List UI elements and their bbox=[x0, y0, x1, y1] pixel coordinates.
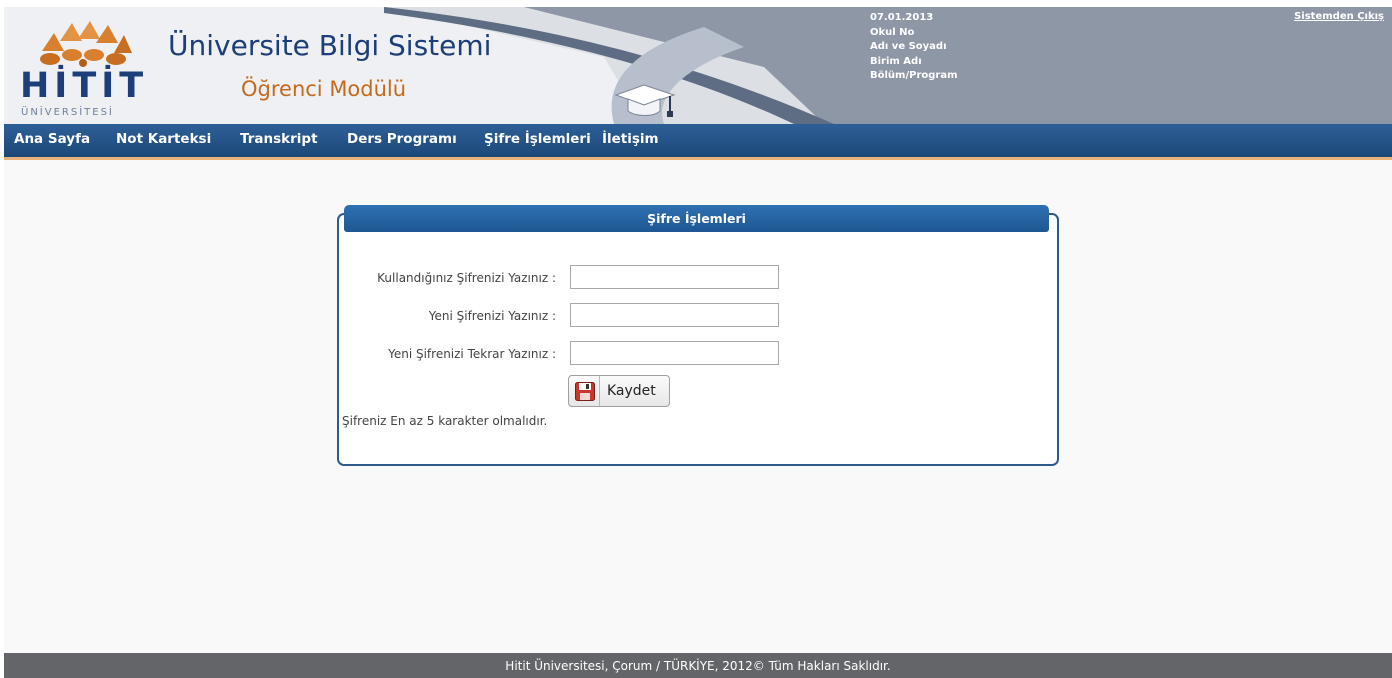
user-info-panel: 07.01.2013 Okul No Adı ve Soyadı Birim A… bbox=[870, 11, 958, 84]
current-password-label: Kullandığınız Şifrenizi Yazınız : bbox=[377, 271, 556, 285]
panel-title: Şifre İşlemleri bbox=[344, 205, 1049, 232]
site-subtitle: Öğrenci Modülü bbox=[241, 77, 407, 101]
floppy-disk-icon bbox=[575, 382, 595, 401]
logo-subtext: ÜNİVERSİTESİ bbox=[21, 107, 114, 118]
student-no-label: Okul No bbox=[870, 26, 915, 38]
password-form-panel bbox=[337, 213, 1059, 466]
new-password-input[interactable] bbox=[570, 303, 779, 327]
site-title: Üniversite Bilgi Sistemi bbox=[168, 29, 492, 62]
save-button[interactable]: Kaydet bbox=[568, 375, 670, 407]
save-button-label: Kaydet bbox=[607, 383, 656, 399]
nav-item-home[interactable]: Ana Sayfa bbox=[14, 132, 90, 147]
header-background bbox=[4, 7, 834, 124]
nav-item-contact[interactable]: İletişim bbox=[602, 132, 659, 147]
new-password-label: Yeni Şifrenizi Yazınız : bbox=[428, 309, 556, 323]
nav-item-password-operations[interactable]: Şifre İşlemleri bbox=[484, 132, 591, 147]
department-label: Bölüm/Program bbox=[870, 70, 958, 82]
graduation-cap-icon bbox=[614, 84, 676, 117]
logout-link[interactable]: Sistemden Çıkış bbox=[1294, 11, 1384, 22]
page-frame: HİTİT ÜNİVERSİTESİ Üniversite Bilgi Sist… bbox=[4, 7, 1392, 678]
nav-item-grade-record[interactable]: Not Karteksi bbox=[116, 132, 211, 147]
nav-item-course-schedule[interactable]: Ders Programı bbox=[347, 132, 457, 147]
button-separator bbox=[599, 376, 600, 406]
student-name-label: Adı ve Soyadı bbox=[870, 41, 947, 53]
password-hint-text: Şifreniz En az 5 karakter olmalıdır. bbox=[342, 414, 548, 428]
confirm-password-label: Yeni Şifrenizi Tekrar Yazınız : bbox=[388, 347, 556, 361]
session-date: 07.01.2013 bbox=[870, 12, 934, 23]
header-banner: HİTİT ÜNİVERSİTESİ Üniversite Bilgi Sist… bbox=[4, 7, 1392, 124]
main-navigation: Ana Sayfa Not Karteksi Transkript Ders P… bbox=[4, 124, 1392, 160]
logo-text: HİTİT bbox=[20, 66, 149, 106]
confirm-password-input[interactable] bbox=[570, 341, 779, 365]
unit-label: Birim Adı bbox=[870, 55, 922, 67]
nav-item-transcript[interactable]: Transkript bbox=[240, 132, 318, 147]
footer-copyright: Hitit Üniversitesi, Çorum / TÜRKİYE, 201… bbox=[4, 653, 1392, 678]
current-password-input[interactable] bbox=[570, 265, 779, 289]
